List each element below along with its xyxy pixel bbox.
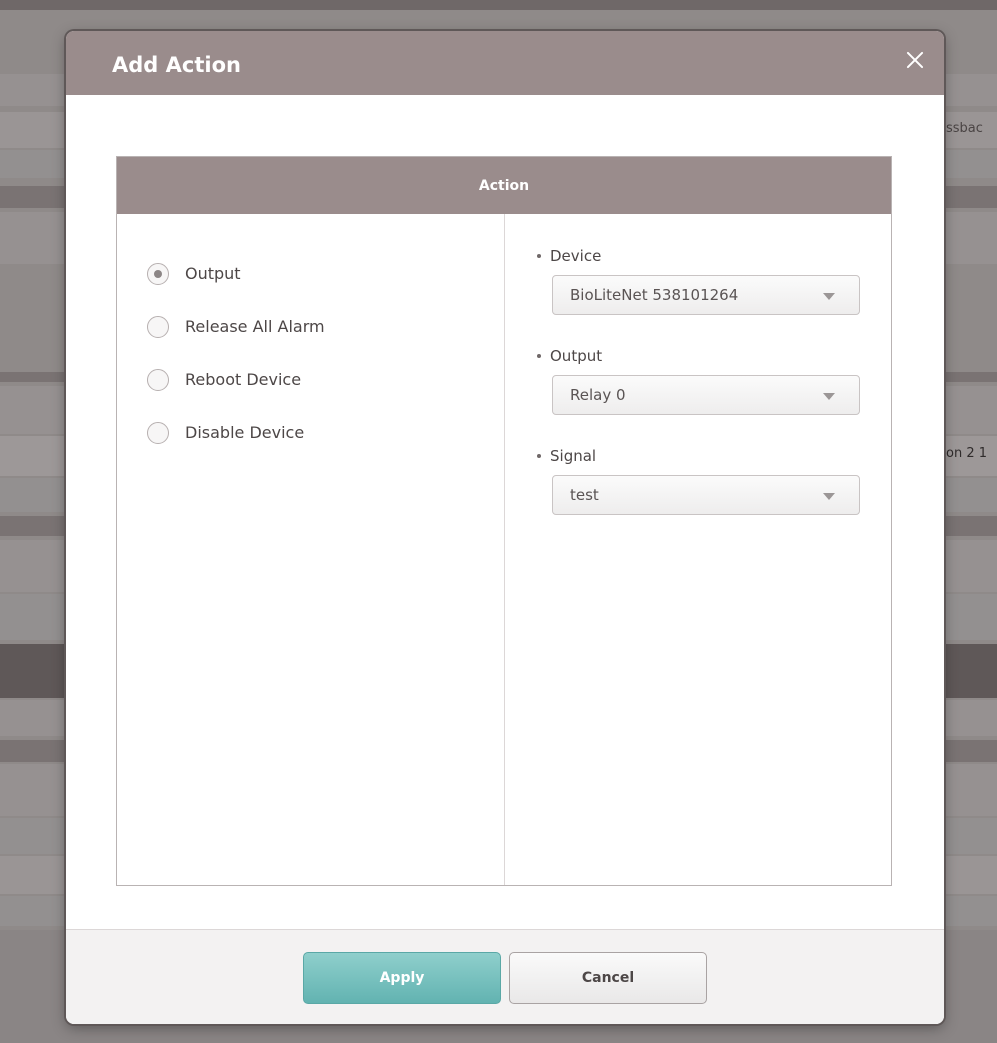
radio-label: Disable Device [185, 423, 305, 442]
apply-button[interactable]: Apply [303, 952, 501, 1004]
cancel-button[interactable]: Cancel [509, 952, 707, 1004]
radio-button[interactable] [147, 368, 169, 391]
action-panel-header: Action [117, 157, 891, 214]
chevron-down-icon [823, 393, 835, 400]
dialog-header: Add Action [66, 31, 944, 95]
add-action-dialog: Add Action Action Output Release All Ala… [66, 31, 944, 1024]
action-panel: Action Output Release All Alarm Reboot D… [116, 156, 892, 886]
device-field: Device BioLiteNet 538101264 [535, 246, 860, 315]
output-label: Output [535, 346, 602, 366]
signal-label-text: Signal [550, 447, 597, 465]
device-select-value: BioLiteNet 538101264 [570, 286, 739, 304]
signal-select-value: test [570, 486, 599, 504]
radio-option-reboot-device[interactable]: Reboot Device [147, 353, 325, 406]
radio-option-output[interactable]: Output [147, 247, 325, 300]
dialog-title: Add Action [112, 53, 241, 77]
radio-option-disable-device[interactable]: Disable Device [147, 406, 325, 459]
device-select[interactable]: BioLiteNet 538101264 [552, 275, 860, 315]
bullet-icon [537, 254, 541, 258]
bullet-icon [537, 454, 541, 458]
output-select-value: Relay 0 [570, 386, 626, 404]
close-icon[interactable] [904, 49, 926, 71]
action-type-list: Output Release All Alarm Reboot Device D… [147, 247, 325, 459]
panel-divider [504, 214, 505, 885]
signal-field: Signal test [535, 446, 860, 515]
signal-label: Signal [535, 446, 596, 466]
device-label: Device [535, 246, 601, 266]
chevron-down-icon [823, 293, 835, 300]
radio-option-release-all-alarm[interactable]: Release All Alarm [147, 300, 325, 353]
radio-button[interactable] [147, 315, 169, 338]
radio-button-checked[interactable] [147, 262, 169, 285]
bullet-icon [537, 354, 541, 358]
device-label-text: Device [550, 247, 602, 265]
radio-label: Reboot Device [185, 370, 302, 389]
bg-text-fragment: on 2 1 [946, 446, 987, 461]
bg-band [0, 0, 997, 10]
radio-button[interactable] [147, 421, 169, 444]
output-field: Output Relay 0 [535, 346, 860, 415]
output-select[interactable]: Relay 0 [552, 375, 860, 415]
output-label-text: Output [550, 347, 603, 365]
signal-select[interactable]: test [552, 475, 860, 515]
dialog-footer: Apply Cancel [66, 929, 944, 1024]
bg-text-fragment: ssbac [946, 121, 983, 136]
chevron-down-icon [823, 493, 835, 500]
radio-label: Release All Alarm [185, 317, 325, 336]
radio-label: Output [185, 264, 241, 283]
